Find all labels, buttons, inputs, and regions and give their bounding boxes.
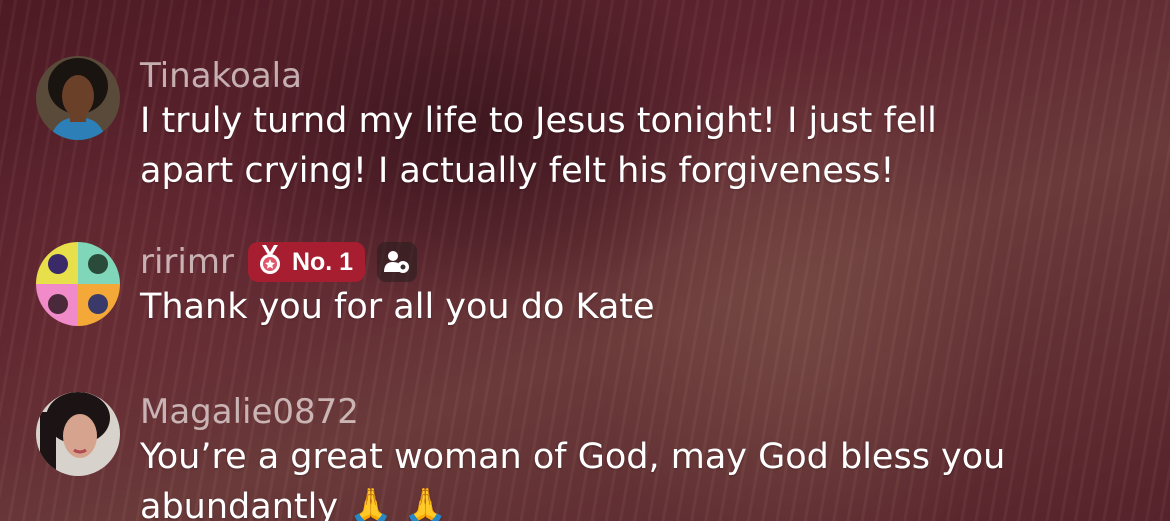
username[interactable]: Magalie0872 [140,392,359,432]
comment-text: abundantly 🙏 🙏 [140,487,448,521]
avatar[interactable] [36,242,120,326]
avatar[interactable] [36,392,120,476]
medal-icon [256,245,284,279]
avatar[interactable] [36,56,120,140]
username[interactable]: Tinakoala [140,56,302,96]
comment-text: I truly turnd my life to Jesus tonight! … [140,101,937,141]
comment-text: apart crying! I actually felt his forgiv… [140,151,895,191]
comment-item[interactable]: Magalie0872 You’re a great woman of God,… [36,392,1005,521]
username[interactable]: ririmr [140,242,234,282]
rank-badge[interactable]: No. 1 [247,242,366,282]
comment-item[interactable]: ririmr No. 1 Thank you for all you do Ka… [36,242,655,332]
comment-item[interactable]: Tinakoala I truly turnd my life to Jesus… [36,56,937,196]
comment-text: You’re a great woman of God, may God ble… [140,437,1006,477]
comment-text: Thank you for all you do Kate [140,287,655,327]
fan-club-icon[interactable] [377,242,418,282]
rank-badge-label: No. 1 [291,247,354,276]
